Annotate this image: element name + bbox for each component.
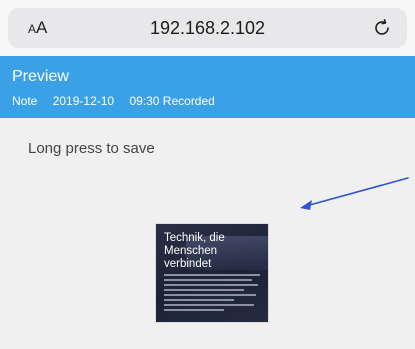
image-body-text xyxy=(164,274,260,314)
preview-image[interactable]: Technik, die Menschen verbindet xyxy=(156,224,268,322)
page-title: Preview xyxy=(12,68,69,85)
note-time-status: 09:30 Recorded xyxy=(129,94,215,108)
image-heading-line: Menschen xyxy=(164,245,218,257)
image-heading: Technik, die Menschen verbindet xyxy=(164,232,264,271)
note-meta: Note 2019-12-10 09:30 Recorded xyxy=(12,94,227,108)
url-text[interactable]: 192.168.2.102 xyxy=(8,18,407,38)
image-heading-line: verbindet xyxy=(164,258,212,270)
save-hint: Long press to save xyxy=(28,140,155,157)
note-date: 2019-12-10 xyxy=(52,94,115,108)
reload-button[interactable] xyxy=(371,17,393,39)
browser-toolbar: AA 192.168.2.102 xyxy=(0,0,415,56)
image-heading-line: Technik, die xyxy=(164,232,225,244)
preview-content: Long press to save Technik, die Menschen… xyxy=(0,118,415,349)
address-bar[interactable]: AA 192.168.2.102 xyxy=(8,8,407,48)
preview-header: Preview Note 2019-12-10 09:30 Recorded xyxy=(0,56,415,118)
reload-icon xyxy=(375,19,389,35)
note-label: Note xyxy=(12,94,38,108)
